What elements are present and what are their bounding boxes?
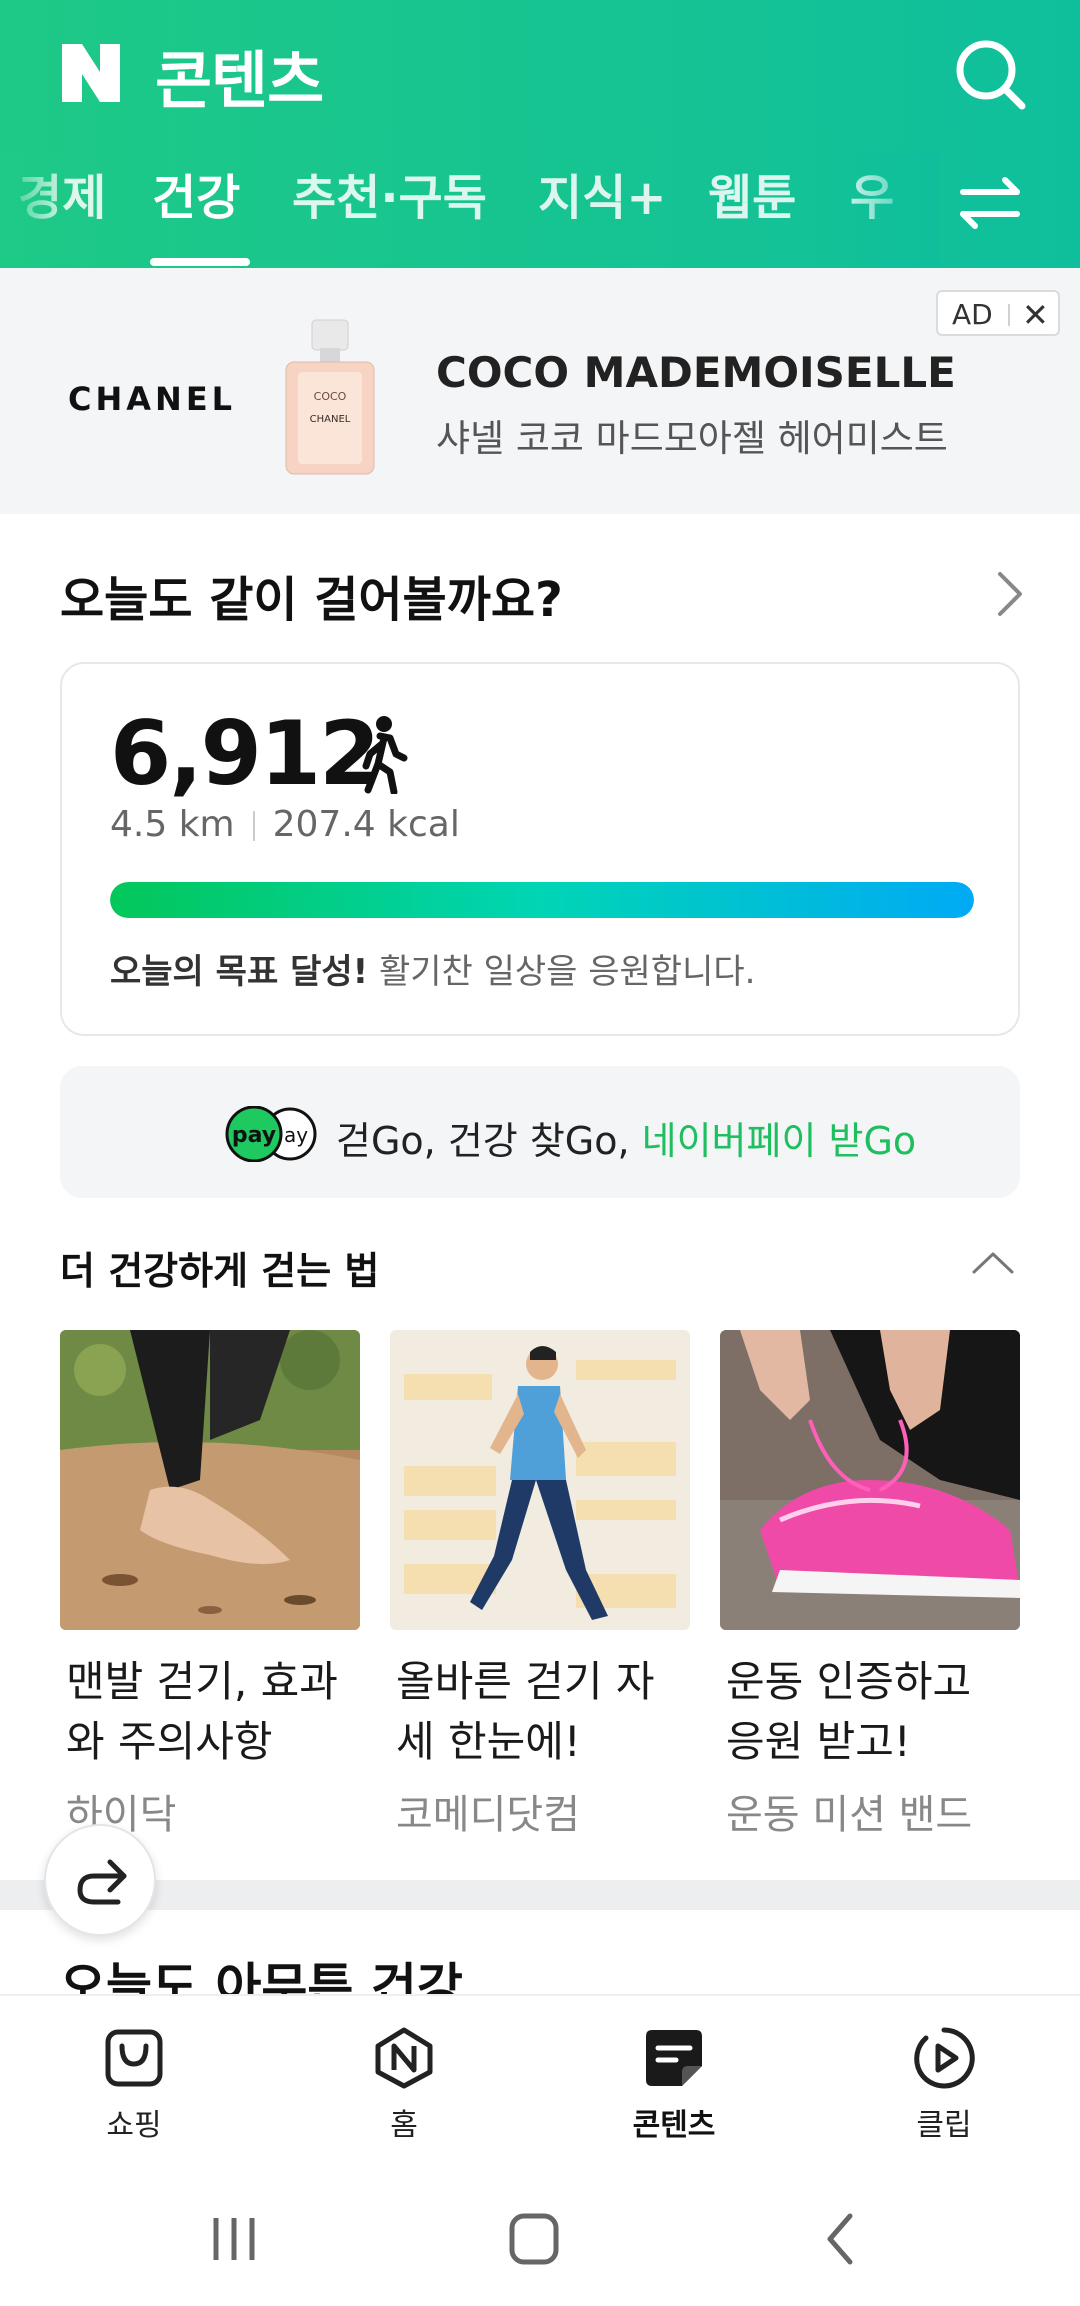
bottom-navigation: 쇼핑 홈 콘텐츠 클립 bbox=[0, 1994, 1080, 2174]
share-arrow-icon bbox=[77, 1859, 127, 1905]
calories-value: 207.4 kcal bbox=[272, 804, 460, 845]
chevron-up-icon[interactable] bbox=[970, 1246, 1016, 1278]
goal-message-text: 활기찬 일상을 응원합니다. bbox=[368, 952, 756, 992]
page-title: 콘텐츠 bbox=[155, 44, 324, 117]
nav-contents[interactable]: 콘텐츠 bbox=[604, 2026, 744, 2144]
tab-fade-left bbox=[0, 150, 70, 268]
goal-message: 오늘의 목표 달성! 활기찬 일상을 응원합니다. bbox=[110, 944, 755, 993]
ad-badge-divider bbox=[1008, 304, 1010, 326]
walking-person-icon bbox=[362, 716, 408, 794]
ad-brand-logo: CHANEL bbox=[68, 380, 237, 418]
search-icon[interactable] bbox=[950, 34, 1030, 114]
back-icon[interactable] bbox=[800, 2204, 880, 2274]
goal-achieved-label: 오늘의 목표 달성! bbox=[110, 952, 369, 992]
nav-label: 홈 bbox=[390, 2108, 418, 2143]
chevron-right-icon[interactable] bbox=[990, 568, 1030, 620]
tip-card-barefoot[interactable]: 맨발 걷기, 효과와 주의사항 하이닥 bbox=[60, 1330, 360, 1840]
bottle-label-coco: COCO bbox=[314, 390, 347, 403]
pay-promo-main: 걷Go, 건강 찾Go, bbox=[336, 1119, 642, 1163]
nav-shopping[interactable]: 쇼핑 bbox=[64, 2026, 204, 2144]
contents-note-icon bbox=[646, 2030, 702, 2086]
tab-fade-right bbox=[840, 150, 940, 268]
walking-stats: 4.5 km 207.4 kcal bbox=[110, 804, 460, 845]
ad-banner[interactable]: AD ✕ CHANEL COCO CHANEL COCO MADEMOISELL… bbox=[0, 268, 1080, 514]
system-navigation-bar bbox=[0, 2174, 1080, 2306]
section-divider bbox=[0, 1880, 1080, 1910]
tips-section-title: 더 건강하게 걷는 법 bbox=[60, 1249, 380, 1293]
card-source: 코메디닷컴 bbox=[396, 1792, 580, 1838]
card-title: 맨발 걷기, 효과와 주의사항 bbox=[66, 1657, 338, 1766]
ad-badge[interactable]: AD ✕ bbox=[936, 290, 1060, 336]
step-count: 6,912 bbox=[110, 702, 380, 805]
ad-title[interactable]: COCO MADEMOISELLE bbox=[436, 348, 956, 397]
active-tab-indicator bbox=[150, 258, 250, 266]
walking-posture-infographic bbox=[390, 1330, 690, 1630]
naver-pay-icon: ay pay bbox=[225, 1106, 317, 1162]
stats-divider bbox=[252, 811, 255, 841]
walking-section-title[interactable]: 오늘도 같이 걸어볼까요? bbox=[60, 560, 563, 630]
tab-recommend-subscribe[interactable]: 추천·구독 bbox=[292, 158, 487, 228]
card-title: 올바른 걷기 자세 한눈에! bbox=[396, 1657, 655, 1766]
recent-apps-icon[interactable] bbox=[194, 2204, 274, 2274]
tab-knowledge[interactable]: 지식+ bbox=[538, 158, 667, 228]
shopping-bag-icon bbox=[105, 2029, 163, 2087]
tying-shoelace-image bbox=[720, 1330, 1020, 1630]
card-title: 운동 인증하고 응원 받고! bbox=[726, 1657, 972, 1766]
barefoot-walking-image bbox=[60, 1330, 360, 1630]
nav-label: 쇼핑 bbox=[106, 2108, 162, 2143]
tip-card-exercise-mission[interactable]: 운동 인증하고 응원 받고! 운동 미션 밴드 bbox=[720, 1330, 1020, 1840]
step-counter-card[interactable]: 6,912 4.5 km 207.4 kcal 오늘의 목표 달성! 활기찬 일상… bbox=[60, 662, 1020, 1036]
next-section-title: 오늘도 아무튼 건강 bbox=[60, 1958, 463, 1994]
ad-close-icon[interactable]: ✕ bbox=[1022, 296, 1049, 334]
nav-home[interactable]: 홈 bbox=[334, 2026, 474, 2144]
share-button[interactable] bbox=[44, 1824, 156, 1936]
tab-health[interactable]: 건강 bbox=[152, 158, 240, 228]
clip-play-icon bbox=[914, 2027, 975, 2089]
reorder-tabs-icon[interactable] bbox=[955, 168, 1025, 238]
bottle-label-chanel: CHANEL bbox=[310, 414, 351, 425]
home-n-icon bbox=[375, 2027, 433, 2089]
perfume-bottle-image: COCO CHANEL bbox=[285, 319, 375, 475]
ad-label: AD bbox=[952, 298, 993, 331]
category-tabs: 경제 건강 추천·구독 지식+ 웹툰 우 bbox=[0, 150, 1080, 268]
tip-card-posture[interactable]: 올바른 걷기 자세 한눈에! 코메디닷컴 bbox=[390, 1330, 690, 1840]
distance-value: 4.5 km bbox=[110, 804, 235, 845]
card-source: 운동 미션 밴드 bbox=[726, 1792, 973, 1838]
svg-text:ay: ay bbox=[284, 1123, 308, 1147]
page: 콘텐츠 경제 건강 추천·구독 지식+ 웹툰 우 AD bbox=[0, 0, 1080, 2306]
tab-webtoon[interactable]: 웹툰 bbox=[708, 158, 796, 228]
header: 콘텐츠 경제 건강 추천·구독 지식+ 웹툰 우 bbox=[0, 0, 1080, 268]
nav-label: 클립 bbox=[916, 2108, 972, 2143]
naver-pay-promo[interactable]: ay pay 걷Go, 건강 찾Go, 네이버페이 받Go bbox=[60, 1066, 1020, 1198]
nav-label: 콘텐츠 bbox=[632, 2108, 716, 2143]
pay-promo-highlight: 네이버페이 받Go bbox=[641, 1119, 917, 1163]
pay-promo-text: 걷Go, 건강 찾Go, 네이버페이 받Go bbox=[336, 1110, 916, 1165]
pay-logo-text: pay bbox=[232, 1123, 276, 1148]
nav-clip[interactable]: 클립 bbox=[874, 2026, 1014, 2144]
naver-logo-icon[interactable] bbox=[58, 40, 124, 106]
home-button-icon[interactable] bbox=[494, 2204, 574, 2274]
ad-subtitle[interactable]: 샤넬 코코 마드모아젤 헤어미스트 bbox=[436, 408, 948, 462]
step-progress-fill bbox=[110, 882, 974, 918]
step-progress-bar bbox=[110, 882, 974, 918]
